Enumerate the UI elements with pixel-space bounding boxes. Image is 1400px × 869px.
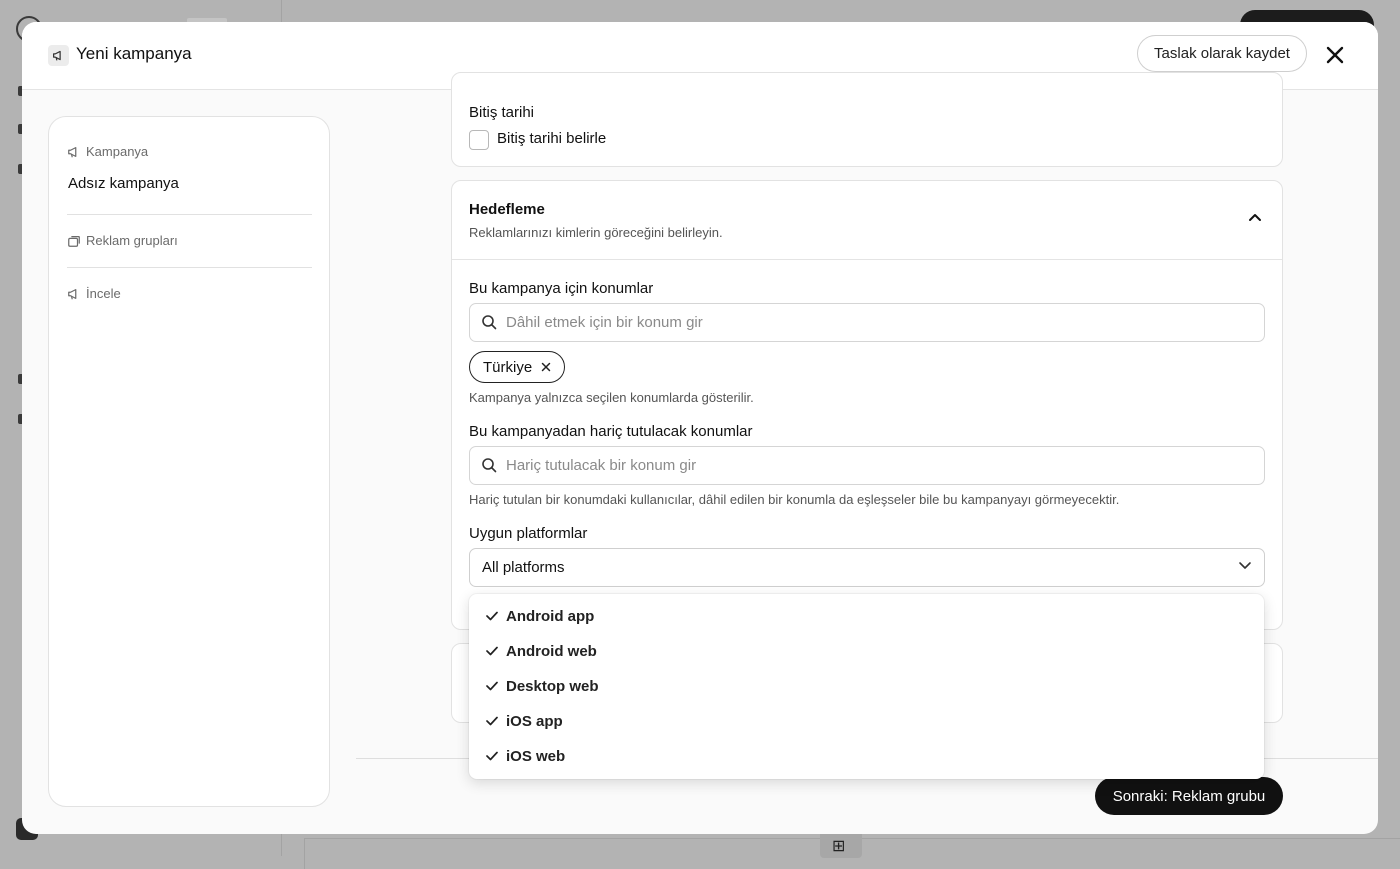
step-ad-groups-label: Reklam grupları xyxy=(86,233,178,248)
check-icon xyxy=(486,751,498,761)
save-draft-button[interactable]: Taslak olarak kaydet xyxy=(1137,35,1307,72)
end-date-label: Bitiş tarihi xyxy=(469,104,535,121)
platform-option-label: Android web xyxy=(506,643,597,660)
step-review-label: İncele xyxy=(86,286,121,301)
chevron-down-icon xyxy=(1239,562,1251,569)
exclude-locations-help: Hariç tutulan bir konumdaki kullanıcılar… xyxy=(469,492,1120,507)
new-campaign-modal: Yeni kampanya Taslak olarak kaydet Kampa… xyxy=(22,22,1378,834)
divider xyxy=(67,214,312,215)
megaphone-icon xyxy=(48,45,69,66)
close-icon xyxy=(1326,46,1344,64)
include-locations-help: Kampanya yalnızca seçilen konumlarda gös… xyxy=(469,390,754,405)
include-locations-label: Bu kampanya için konumlar xyxy=(469,280,654,297)
platforms-label: Uygun platformlar xyxy=(469,525,588,542)
platform-option-label: iOS app xyxy=(506,713,563,730)
exclude-location-input[interactable]: Hariç tutulacak bir konum gir xyxy=(469,446,1265,485)
search-icon xyxy=(482,315,497,330)
targeting-subtitle: Reklamlarınızı kimlerin göreceğini belir… xyxy=(469,225,723,240)
check-icon xyxy=(486,646,498,656)
end-date-checkbox[interactable] xyxy=(469,130,489,150)
targeting-card: Hedefleme Reklamlarınızı kimlerin görece… xyxy=(451,180,1283,630)
platform-option-label: Desktop web xyxy=(506,678,599,695)
search-icon xyxy=(482,458,497,473)
step-ad-groups[interactable]: Reklam grupları xyxy=(67,233,178,248)
targeting-title: Hedefleme xyxy=(469,201,545,218)
platform-option-label: Android app xyxy=(506,608,595,625)
close-icon[interactable] xyxy=(541,362,551,372)
end-date-card: Bitiş tarihi Bitiş tarihi belirle xyxy=(451,72,1283,167)
stacked-cards-icon xyxy=(68,235,80,247)
include-location-placeholder: Dâhil etmek için bir konum gir xyxy=(506,314,703,331)
step-campaign[interactable]: Kampanya xyxy=(67,144,148,159)
divider xyxy=(67,267,312,268)
campaign-steps-panel: Kampanya Adsız kampanya Reklam grupları … xyxy=(48,116,330,807)
step-campaign-label: Kampanya xyxy=(86,144,149,159)
exclude-location-placeholder: Hariç tutulacak bir konum gir xyxy=(506,457,697,474)
platform-option[interactable]: Android web xyxy=(469,635,1264,669)
platforms-select[interactable]: All platforms xyxy=(469,548,1265,587)
location-tag-turkiye: Türkiye xyxy=(469,351,566,383)
location-tag-label: Türkiye xyxy=(483,358,533,376)
megaphone-icon xyxy=(68,288,77,299)
close-modal-button[interactable] xyxy=(1322,42,1348,68)
megaphone-icon xyxy=(68,146,77,157)
platform-option[interactable]: Desktop web xyxy=(469,670,1264,704)
platform-option-label: iOS web xyxy=(506,748,566,765)
exclude-locations-label: Bu kampanyadan hariç tutulacak konumlar xyxy=(469,423,753,440)
platform-option[interactable]: iOS web xyxy=(469,740,1264,774)
platform-option[interactable]: Android app xyxy=(469,600,1264,634)
modal-title: Yeni kampanya xyxy=(76,44,192,63)
campaign-name: Adsız kampanya xyxy=(68,175,179,192)
end-date-checkbox-label: Bitiş tarihi belirle xyxy=(497,130,607,147)
include-location-input[interactable]: Dâhil etmek için bir konum gir xyxy=(469,303,1265,342)
chevron-up-icon[interactable] xyxy=(1248,212,1262,222)
next-ad-group-button[interactable]: Sonraki: Reklam grubu xyxy=(1095,777,1283,815)
platforms-select-value: All platforms xyxy=(482,559,565,576)
check-icon xyxy=(486,681,498,691)
platform-option[interactable]: iOS app xyxy=(469,705,1264,739)
step-review[interactable]: İncele xyxy=(67,286,121,301)
background-chip-icon: ⊞ xyxy=(832,838,846,855)
check-icon xyxy=(486,611,498,621)
platforms-dropdown: Android app Android web Desktop web iOS … xyxy=(469,594,1264,779)
check-icon xyxy=(486,716,498,726)
divider xyxy=(452,259,1282,260)
